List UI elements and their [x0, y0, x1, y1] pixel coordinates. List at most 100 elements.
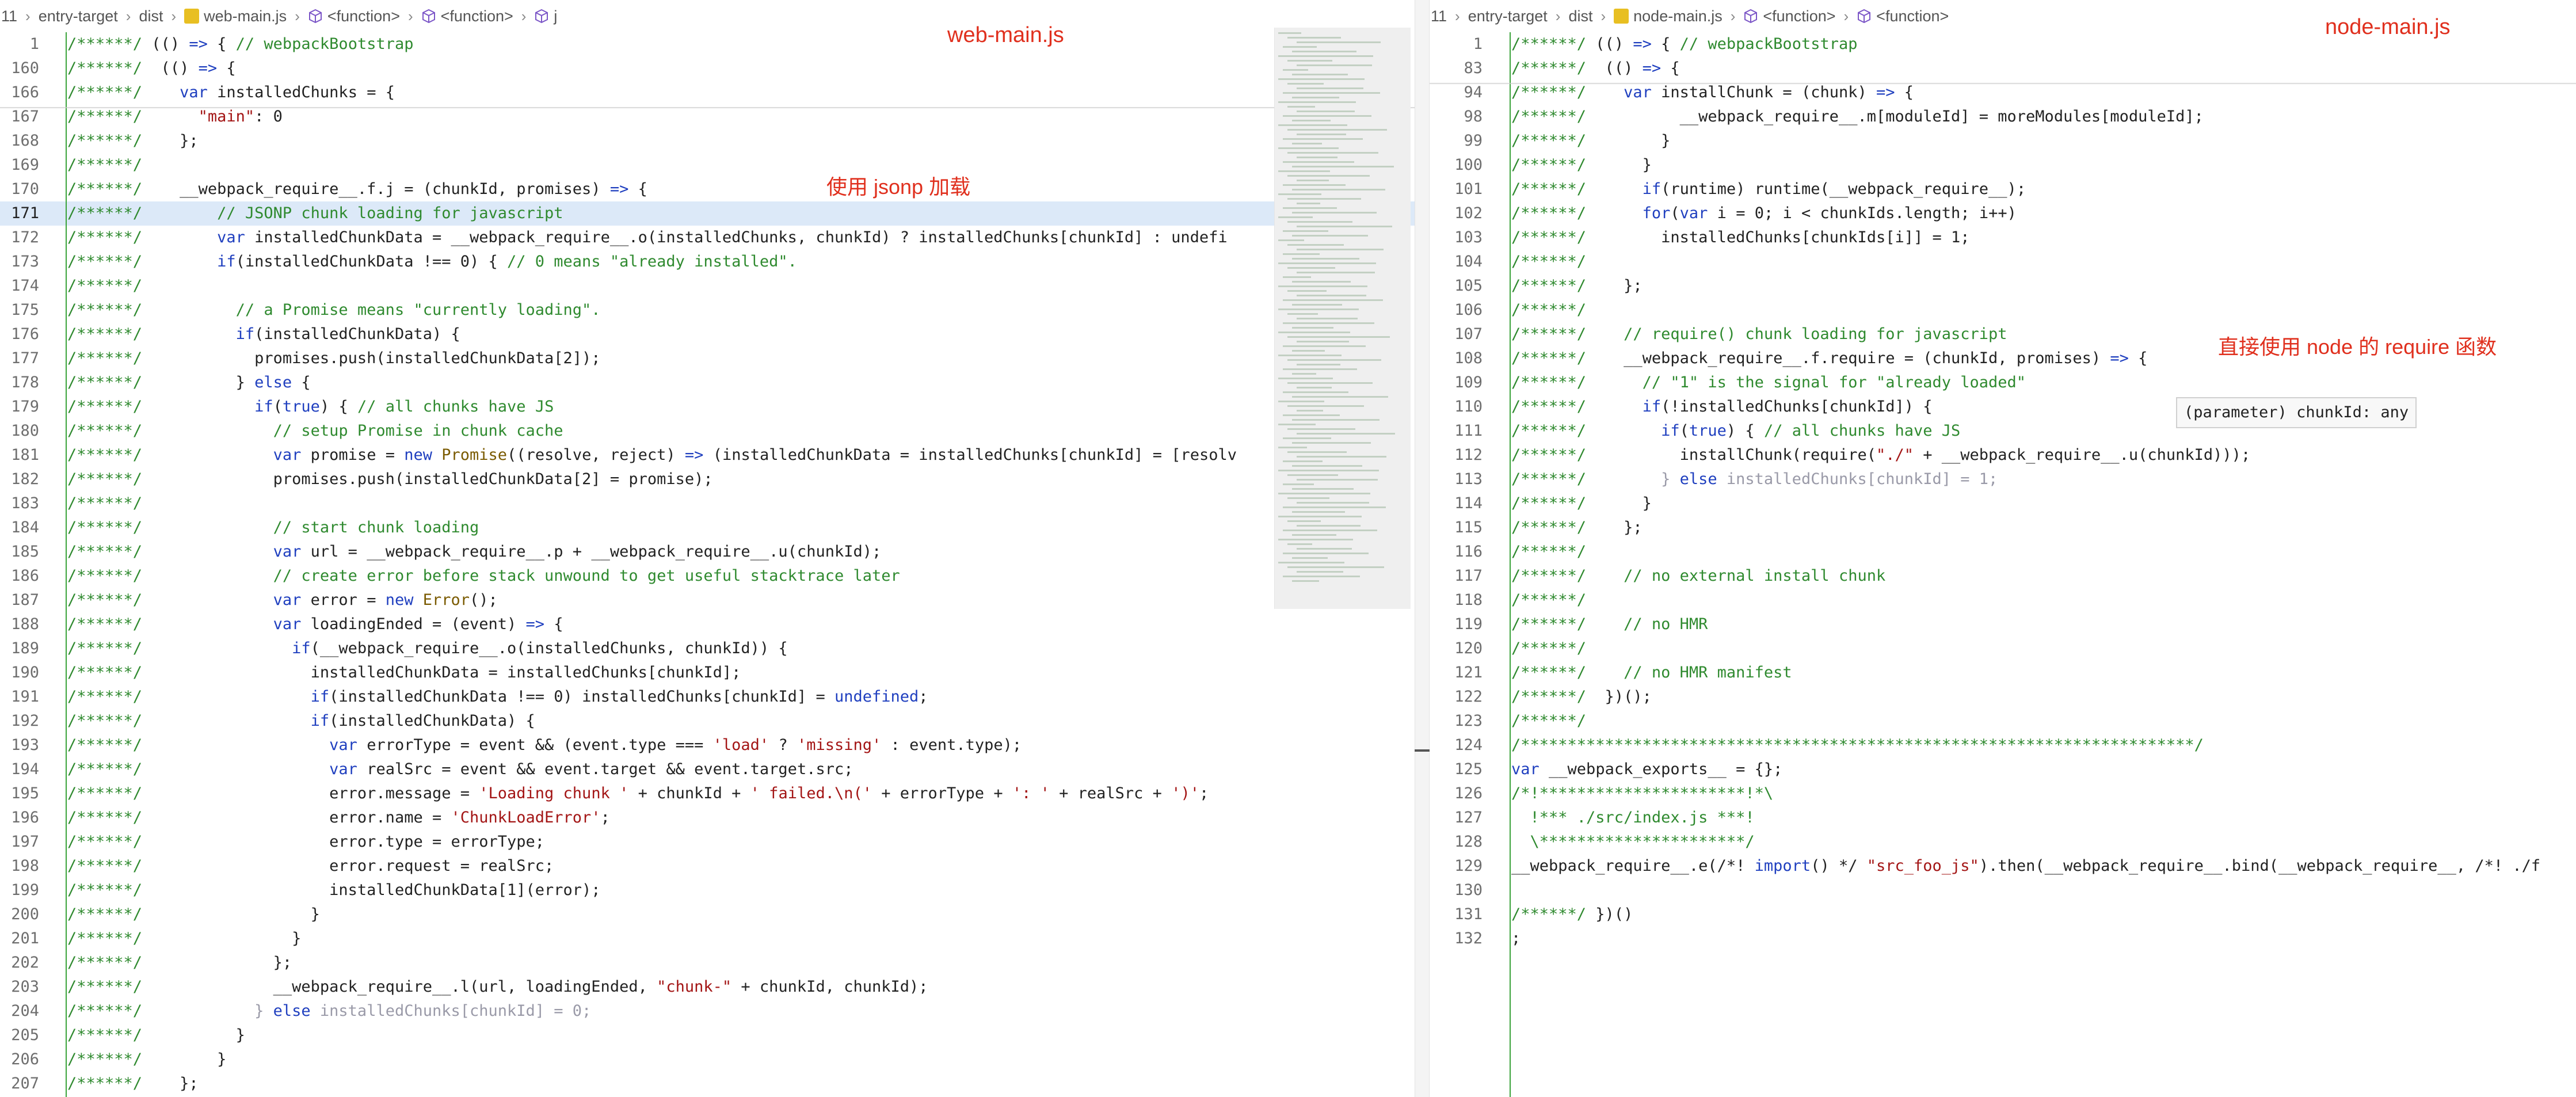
pane-divider[interactable] [1415, 0, 1430, 1097]
code-line[interactable]: 195 /******/ error.message = 'Loading chu… [0, 782, 1415, 806]
code-line[interactable]: 183 /******/ [0, 492, 1415, 516]
code-line[interactable]: 131 /******/ })() [1430, 902, 2576, 927]
code-text[interactable]: /******/ } [67, 1023, 245, 1048]
breadcrumb-item[interactable]: entry-target [39, 7, 118, 25]
code-line[interactable]: 132; [1430, 927, 2576, 951]
code-line[interactable]: 186 /******/ // create error before stack… [0, 564, 1415, 588]
code-line[interactable]: 191 /******/ if(installedChunkData !== 0)… [0, 685, 1415, 709]
code-text[interactable]: /******/ } [1511, 153, 1652, 177]
code-line[interactable]: 102 /******/ for(var i = 0; i < chunkIds.… [1430, 201, 2576, 226]
code-text[interactable]: /******/ }; [1511, 274, 1643, 298]
code-text[interactable]: /******/ (() => { [1511, 56, 1680, 81]
code-line[interactable]: 169 /******/ [0, 153, 1415, 177]
code-line[interactable]: 171 /******/ // JSONP chunk loading for j… [0, 201, 1415, 226]
code-text[interactable]: /******/ if(installedChunkData !== 0) { … [67, 250, 797, 274]
code-text[interactable]: /******/ [1511, 540, 1586, 564]
code-line[interactable]: 125 var __webpack_exports__ = {}; [1430, 757, 2576, 782]
code-line[interactable]: 187 /******/ var error = new Error(); [0, 588, 1415, 612]
code-text[interactable]: /******/ if(__webpack_require__.o(instal… [67, 637, 788, 661]
code-text[interactable]: /******/ } [67, 902, 320, 927]
code-text[interactable]: /******/ }; [1511, 516, 1643, 540]
code-text[interactable]: /******/ [1511, 709, 1586, 733]
code-line[interactable]: 172 /******/ var installedChunkData = __w… [0, 226, 1415, 250]
code-text[interactable]: /******/ if(installedChunkData) { [67, 322, 460, 346]
code-text[interactable]: /******/ } else { [67, 371, 311, 395]
sash-handle[interactable] [1415, 749, 1430, 752]
breadcrumb-item[interactable]: <function> [1857, 7, 1949, 25]
editor-pane-web-main[interactable]: 11 › entry-target › dist › web-main.js ›… [0, 0, 1415, 1097]
code-line[interactable]: 126 /*!**********************!*\ [1430, 782, 2576, 806]
breadcrumb-item[interactable]: <function> [308, 7, 400, 25]
code-text[interactable]: ; [1511, 927, 1521, 951]
code-text[interactable]: \**********************/ [1511, 830, 1755, 854]
code-line[interactable]: 193 /******/ var errorType = event && (ev… [0, 733, 1415, 757]
code-text[interactable]: /******/ installedChunkData = installedC… [67, 661, 741, 685]
code-text[interactable]: /******/ } [67, 927, 301, 951]
code-line[interactable]: 177 /******/ promises.push(installedChunk… [0, 346, 1415, 371]
code-line[interactable]: 204 /******/ } else installedChunks[chunk… [0, 999, 1415, 1023]
code-line[interactable]: 180 /******/ // setup Promise in chunk ca… [0, 419, 1415, 443]
breadcrumb-item[interactable]: web-main.js [184, 7, 287, 25]
code-line[interactable]: 121 /******/ // no HMR manifest [1430, 661, 2576, 685]
code-text[interactable]: /******/ // JSONP chunk loading for java… [67, 201, 563, 226]
breadcrumb-item[interactable]: dist [139, 7, 163, 25]
code-text[interactable]: /******/ if(!installedChunks[chunkId]) { [1511, 395, 1933, 419]
code-text[interactable]: /******/ var promise = new Promise((reso… [67, 443, 1237, 467]
breadcrumb-item[interactable]: node-main.js [1614, 7, 1723, 25]
code-line[interactable]: 194 /******/ var realSrc = event && event… [0, 757, 1415, 782]
code-text[interactable]: /******/ } else installedChunks[chunkId]… [67, 999, 591, 1023]
code-line[interactable]: 176 /******/ if(installedChunkData) { [0, 322, 1415, 346]
code-line[interactable]: 206 /******/ } [0, 1048, 1415, 1072]
code-text[interactable]: /******/ // a Promise means "currently l… [67, 298, 601, 322]
code-text[interactable]: /******/ installChunk(require("./" + __w… [1511, 443, 2250, 467]
code-text[interactable]: /******/ })(); [1511, 685, 1652, 709]
code-text[interactable]: /******/ [67, 274, 142, 298]
breadcrumb-item[interactable]: entry-target [1468, 7, 1548, 25]
code-line[interactable]: 115 /******/ }; [1430, 516, 2576, 540]
code-line[interactable]: 118 /******/ [1430, 588, 2576, 612]
code-line[interactable]: 123 /******/ [1430, 709, 2576, 733]
code-line[interactable]: 207 /******/ }; [0, 1072, 1415, 1096]
code-text[interactable]: /******/ var errorType = event && (event… [67, 733, 1022, 757]
code-text[interactable]: /******/ [1511, 250, 1586, 274]
code-line[interactable]: 119 /******/ // no HMR [1430, 612, 2576, 637]
code-line[interactable]: 182 /******/ promises.push(installedChunk… [0, 467, 1415, 492]
code-text[interactable]: /******/ // no HMR [1511, 612, 1708, 637]
code-text[interactable]: /******/ } [1511, 492, 1652, 516]
code-text[interactable]: /******/ promises.push(installedChunkDat… [67, 467, 713, 492]
code-text[interactable]: /******/ error.name = 'ChunkLoadError'; [67, 806, 610, 830]
code-text[interactable]: /******/ error.type = errorType; [67, 830, 544, 854]
code-line[interactable]: 124 /************************************… [1430, 733, 2576, 757]
code-text[interactable]: /******/ } [67, 1048, 226, 1072]
code-text[interactable]: /******/ if(installedChunkData !== 0) in… [67, 685, 928, 709]
code-line[interactable]: 168 /******/ }; [0, 129, 1415, 153]
code-text[interactable]: /******/ [1511, 637, 1586, 661]
code-line[interactable]: 189 /******/ if(__webpack_require__.o(ins… [0, 637, 1415, 661]
code-line[interactable]: 196 /******/ error.name = 'ChunkLoadError… [0, 806, 1415, 830]
code-line[interactable]: 117 /******/ // no external install chunk [1430, 564, 2576, 588]
code-line[interactable]: 192 /******/ if(installedChunkData) { [0, 709, 1415, 733]
code-line[interactable]: 130 [1430, 878, 2576, 902]
code-text[interactable]: /******/ // start chunk loading [67, 516, 479, 540]
code-line[interactable]: 112 /******/ installChunk(require("./" + … [1430, 443, 2576, 467]
code-line[interactable]: 198 /******/ error.request = realSrc; [0, 854, 1415, 878]
breadcrumb-item[interactable]: 11 [1431, 7, 1447, 25]
code-text[interactable]: /******/ // no HMR manifest [1511, 661, 1792, 685]
code-line[interactable]: 179 /******/ if(true) { // all chunks hav… [0, 395, 1415, 419]
code-line[interactable]: 100 /******/ } [1430, 153, 2576, 177]
code-line[interactable]: 199 /******/ installedChunkData[1](error)… [0, 878, 1415, 902]
code-text[interactable]: /******/ // setup Promise in chunk cache [67, 419, 563, 443]
code-text[interactable]: /******/ // "1" is the signal for "alrea… [1511, 371, 2026, 395]
code-line[interactable]: 188 /******/ var loadingEnded = (event) =… [0, 612, 1415, 637]
code-line[interactable]: 103 /******/ installedChunks[chunkIds[i]]… [1430, 226, 2576, 250]
code-line[interactable]: 99 /******/ } [1430, 129, 2576, 153]
code-text[interactable]: /******/ installedChunkData[1](error); [67, 878, 601, 902]
code-line[interactable]: 105 /******/ }; [1430, 274, 2576, 298]
code-area[interactable]: 1/******/ (() => { // webpackBootstrap 16… [0, 32, 1415, 1097]
code-text[interactable]: /******/ var installedChunks = { [67, 81, 395, 105]
code-text[interactable]: /******/ (() => { // webpackBootstrap [67, 32, 413, 56]
code-text[interactable]: /******/ error.request = realSrc; [67, 854, 554, 878]
code-line[interactable]: 170 /******/ __webpack_require__.f.j = (c… [0, 177, 1415, 201]
code-line[interactable]: 104 /******/ [1430, 250, 2576, 274]
code-text[interactable]: !*** ./src/index.js ***! [1511, 806, 1755, 830]
